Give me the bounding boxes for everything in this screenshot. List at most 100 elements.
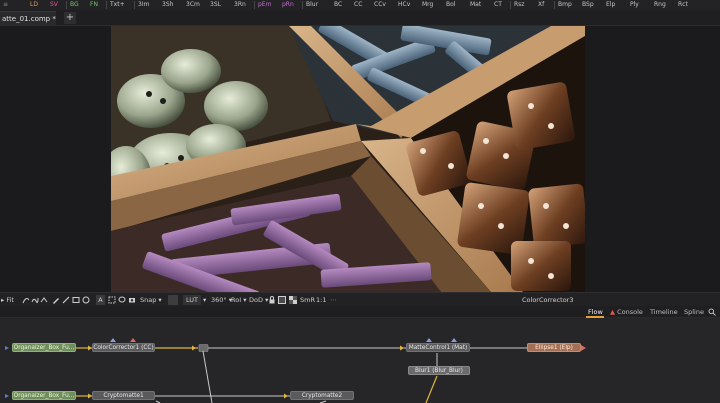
toolbar-button-bol[interactable]: Bol — [446, 0, 455, 10]
search-icon[interactable] — [708, 308, 716, 316]
input-marker — [451, 338, 457, 342]
polyline-tool-icon[interactable] — [40, 296, 48, 304]
input-marker — [426, 338, 432, 342]
toolbar-button-bg[interactable]: BG — [70, 0, 79, 10]
fit-label: Fit — [6, 296, 14, 304]
toolbar-button-3cm[interactable]: 3Cm — [186, 0, 200, 10]
link-blur-down — [425, 375, 438, 403]
camera-icon[interactable] — [128, 296, 136, 304]
fit-button[interactable]: ▸ Fit — [1, 293, 14, 307]
viewer-panel[interactable] — [0, 26, 720, 292]
toolbar-button-ply[interactable]: Ply — [630, 0, 639, 10]
ellipse-tool-icon[interactable] — [82, 296, 90, 304]
toolbar-button-bmp[interactable]: Bmp — [558, 0, 572, 10]
toolbar-button-rng[interactable]: Rng — [654, 0, 666, 10]
lut-button[interactable]: LUT — [183, 295, 202, 305]
node-ellipse1[interactable]: Ellipse1 (Elp) — [527, 343, 581, 352]
toolbar-button-3im[interactable]: 3Im — [138, 0, 149, 10]
toolbar-separator — [554, 1, 555, 9]
composition-tab-bar: atte_01.comp * + — [0, 10, 720, 26]
node-organaizer-box-2[interactable]: Organaizer_Box_Fu... — [12, 391, 76, 400]
toolbar-button-elp[interactable]: Elp — [606, 0, 615, 10]
view-marker — [5, 394, 9, 398]
toolbar-separator — [66, 1, 67, 9]
toolbar-button-3sl[interactable]: 3SL — [210, 0, 221, 10]
more-options-icon[interactable]: ⋯ — [330, 293, 337, 307]
lut-label: LUT — [186, 296, 199, 304]
dod-label: DoD — [249, 296, 263, 304]
toolbar-button-blur[interactable]: Blur — [306, 0, 318, 10]
node-flow-area[interactable]: Organaizer_Box_Fu... ColorCorrector1 (CC… — [0, 318, 720, 403]
tab-spline[interactable]: Spline — [684, 306, 704, 318]
main-toolbar: LD SV BG FN Txt+ 3Im 3Sh 3Cm 3SL 3Rn pEm pRn Blur BC C… — [0, 0, 720, 10]
toolbar-button-ld[interactable]: LD — [30, 0, 38, 10]
curve-tool-icon[interactable] — [22, 296, 30, 304]
toolbar-button-ccv[interactable]: CCv — [374, 0, 386, 10]
toolbar-button-bc[interactable]: BC — [334, 0, 342, 10]
toolbar-menu-icon[interactable]: ≡ — [3, 0, 8, 10]
node-colorcorrector1[interactable]: ColorCorrector1 (CC) — [92, 343, 155, 352]
toolbar-separator — [302, 1, 303, 9]
flow-panel-tabs: Flow ▲ Console Timeline Spline — [0, 306, 720, 318]
toolbar-button-ct[interactable]: CT — [494, 0, 502, 10]
viewer-image — [111, 26, 585, 292]
viewer-node-name: ColorCorrector3 — [522, 296, 574, 304]
viewer-controls-bar: ▸ Fit A Snap ▾ LUT ▾ 360° ▾ RoI ▾ DoD ▾ … — [0, 292, 720, 306]
node-blur1[interactable]: Blur1 (Blur_Blur) — [408, 366, 470, 375]
smr-button[interactable]: SmR — [300, 293, 315, 307]
toolbar-button-xf[interactable]: Xf — [538, 0, 544, 10]
360-dropdown[interactable]: 360° ▾ — [211, 293, 232, 307]
add-tab-button[interactable]: + — [64, 12, 76, 24]
toolbar-button-pem[interactable]: pEm — [258, 0, 271, 10]
node-organaizer-box-1[interactable]: Organaizer_Box_Fu... — [12, 343, 76, 352]
dod-dropdown[interactable]: DoD ▾ — [249, 293, 268, 307]
node-cryptomatte2[interactable]: Cryptomatte2 — [290, 391, 354, 400]
lock-icon[interactable] — [268, 296, 276, 304]
toolbar-button-cc[interactable]: CC — [354, 0, 362, 10]
toolbar-separator — [134, 1, 135, 9]
toolbar-button-txt-[interactable]: Txt+ — [110, 0, 125, 10]
toolbar-separator — [106, 1, 107, 9]
link-pipe-down — [202, 350, 213, 403]
output-marker — [581, 345, 586, 351]
render-image — [111, 26, 585, 292]
tab-timeline[interactable]: Timeline — [650, 306, 678, 318]
toolbar-button-3sh[interactable]: 3Sh — [162, 0, 173, 10]
toolbar-button-bsp[interactable]: BSp — [582, 0, 594, 10]
checkerboard-icon[interactable] — [289, 296, 297, 304]
snap-dropdown[interactable]: Snap ▾ — [140, 293, 162, 307]
checker-button[interactable] — [168, 295, 178, 305]
bspline-tool-icon[interactable] — [31, 296, 39, 304]
toolbar-button-hcv[interactable]: HCv — [398, 0, 410, 10]
pen-tool-icon[interactable] — [52, 296, 60, 304]
ratio-button[interactable]: 1:1 — [316, 293, 326, 307]
select-tool-icon[interactable] — [108, 296, 116, 304]
lut-dropdown-icon[interactable]: ▾ — [203, 293, 206, 307]
console-warning-icon: ▲ — [610, 308, 615, 316]
toolbar-button-sv[interactable]: SV — [50, 0, 58, 10]
toolbar-button-mrg[interactable]: Mrg — [422, 0, 433, 10]
mask-input-marker — [130, 338, 136, 342]
toolbar-button-prn[interactable]: pRn — [282, 0, 294, 10]
toolbar-button-rsz[interactable]: Rsz — [514, 0, 524, 10]
toolbar-button-fn[interactable]: FN — [90, 0, 98, 10]
paint-tool-icon[interactable] — [62, 296, 70, 304]
tab-console-label: Console — [617, 308, 643, 316]
lasso-tool-icon[interactable] — [118, 296, 126, 304]
toolbar-separator — [510, 1, 511, 9]
rectangle-tool-icon[interactable] — [72, 296, 80, 304]
link-arrow — [400, 345, 404, 351]
roi-dropdown[interactable]: RoI ▾ — [231, 293, 246, 307]
toolbar-button-3rn[interactable]: 3Rn — [234, 0, 246, 10]
pipe-router — [198, 344, 209, 352]
text-tool-button[interactable]: A — [96, 295, 105, 305]
toolbar-button-rct[interactable]: Rct — [678, 0, 688, 10]
toolbar-button-mat[interactable]: Mat — [470, 0, 481, 10]
composition-tab[interactable]: atte_01.comp * — [0, 11, 56, 26]
snap-label: Snap — [140, 296, 157, 304]
node-cryptomatte1[interactable]: Cryptomatte1 — [92, 391, 155, 400]
node-mattecontrol1[interactable]: MatteControl1 (Mat) — [406, 343, 470, 352]
tab-console[interactable]: ▲ Console — [610, 306, 643, 318]
link-arrow — [284, 393, 288, 399]
grid-icon[interactable] — [278, 296, 286, 304]
